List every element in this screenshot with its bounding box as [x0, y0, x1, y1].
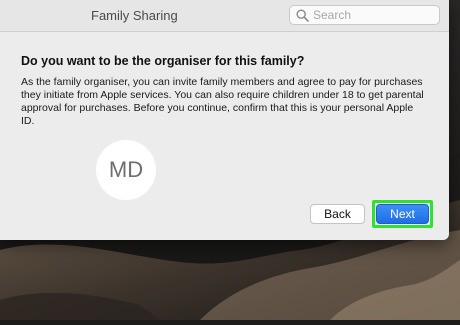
dialog-body-text: As the family organiser, you can invite … — [21, 76, 424, 127]
back-button[interactable]: Back — [310, 204, 365, 224]
next-button[interactable]: Next — [376, 204, 429, 224]
avatar-initials: MD — [108, 157, 144, 182]
family-sharing-window: Family Sharing Search Do you want to be … — [0, 0, 449, 240]
avatar: MD — [96, 140, 156, 200]
title-bar: Family Sharing Search — [0, 0, 449, 32]
search-placeholder: Search — [313, 8, 352, 22]
window-title: Family Sharing — [91, 8, 178, 23]
organiser-dialog: Do you want to be the organiser for this… — [8, 42, 440, 234]
dialog-heading: Do you want to be the organiser for this… — [21, 54, 305, 68]
search-icon — [296, 9, 309, 22]
search-field[interactable]: Search — [289, 5, 440, 25]
